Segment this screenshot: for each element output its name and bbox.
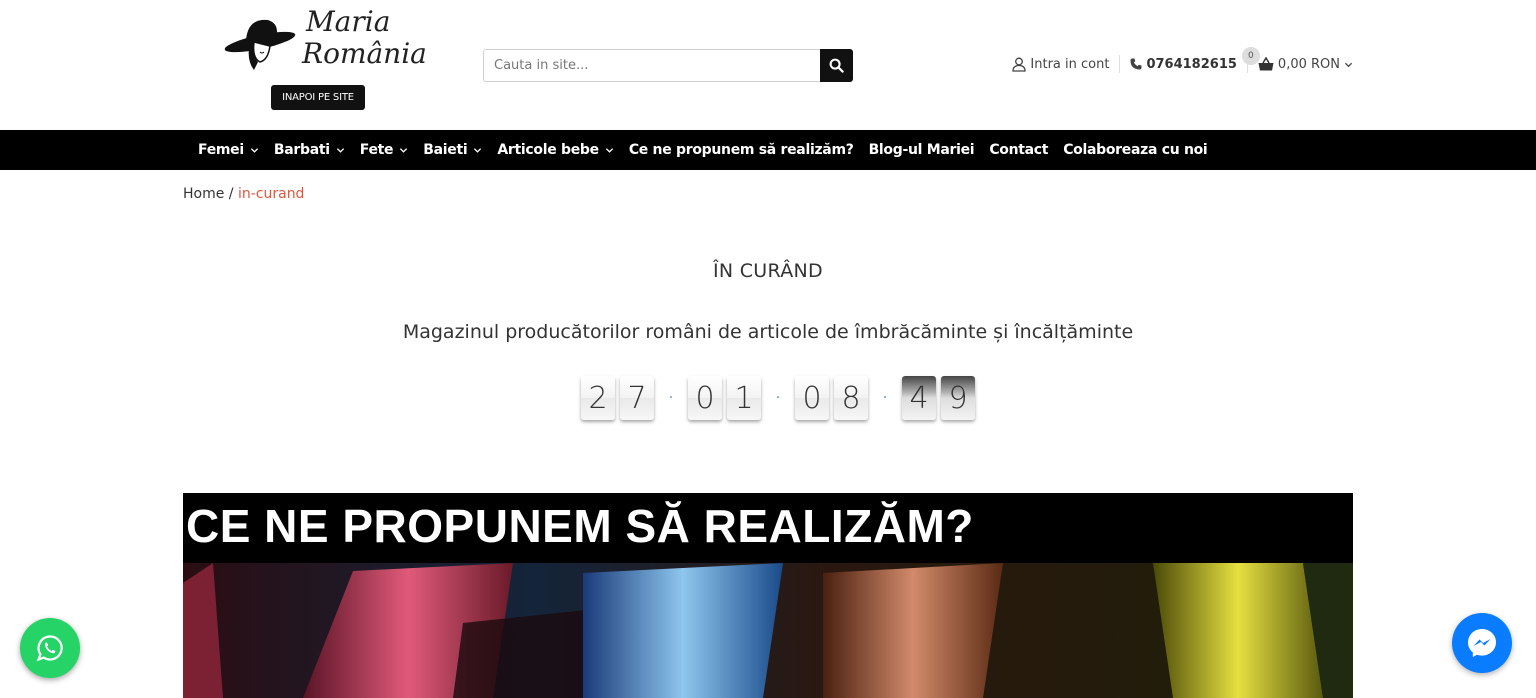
- banner-heading: CE NE PROPUNEM SĂ REALIZĂM?: [183, 493, 1353, 563]
- logo-line-2: România: [302, 37, 427, 70]
- thread-spools-image: [183, 563, 1353, 698]
- nav-item-label: Femei: [198, 142, 244, 158]
- nav-item-blog[interactable]: Blog-ul Mariei: [869, 142, 975, 158]
- logo-line-1: Maria: [306, 5, 391, 38]
- mission-banner[interactable]: CE NE PROPUNEM SĂ REALIZĂM?: [183, 493, 1353, 698]
- nav-item-colaboreaza[interactable]: Colaboreaza cu noi: [1063, 142, 1208, 158]
- whatsapp-chat-button[interactable]: [20, 618, 80, 678]
- back-to-site-button[interactable]: INAPOI PE SITE: [271, 85, 365, 110]
- shopping-basket-icon: [1258, 57, 1274, 71]
- countdown-digit: 9: [941, 376, 975, 420]
- nav-list: Femei Barbati Fete Baieti Articole bebe …: [198, 130, 1222, 170]
- countdown-digit: 0: [688, 376, 722, 420]
- cart-button[interactable]: 0 0,00 RON: [1241, 46, 1353, 72]
- site-header: Maria România INAPOI PE SITE Intra in co…: [0, 0, 1536, 130]
- countdown-separator: ·: [775, 390, 781, 406]
- countdown-digit: 4: [902, 376, 936, 420]
- nav-item-ce-ne-propunem[interactable]: Ce ne propunem să realizăm?: [629, 142, 854, 158]
- countdown-separator: ·: [668, 390, 674, 406]
- user-icon: [1012, 57, 1027, 72]
- logo-wordmark: Maria România: [302, 6, 427, 70]
- nav-item-label: Fete: [359, 142, 394, 158]
- nav-item-label: Barbati: [273, 142, 330, 158]
- messenger-chat-button[interactable]: [1452, 613, 1512, 673]
- countdown-digit: 8: [834, 376, 868, 420]
- chevron-down-icon: [474, 147, 482, 153]
- nav-item-label: Contact: [989, 142, 1049, 158]
- nav-item-barbati[interactable]: Barbati: [274, 142, 345, 158]
- search-icon: [829, 58, 844, 73]
- chevron-down-icon: [336, 147, 344, 153]
- countdown-separator: ·: [882, 390, 888, 406]
- countdown-timer: 2 7 · 0 1 · 0 8 · 4 9: [581, 376, 980, 420]
- nav-item-articole-bebe[interactable]: Articole bebe: [497, 142, 613, 158]
- nav-item-baieti[interactable]: Baieti: [423, 142, 482, 158]
- nav-item-label: Blog-ul Mariei: [868, 142, 975, 158]
- account-link[interactable]: Intra in cont: [1012, 57, 1109, 72]
- site-logo[interactable]: Maria România: [224, 6, 427, 80]
- chevron-down-icon: [250, 147, 259, 153]
- phone-number: 0764182615: [1146, 56, 1237, 72]
- divider: [1119, 55, 1121, 73]
- account-label: Intra in cont: [1030, 56, 1110, 72]
- nav-item-label: Colaboreaza cu noi: [1063, 142, 1208, 158]
- cart-count-badge: 0: [1241, 46, 1260, 65]
- main-navigation: Femei Barbati Fete Baieti Articole bebe …: [0, 130, 1536, 170]
- phone-icon: [1130, 58, 1142, 70]
- search-button[interactable]: [820, 49, 853, 82]
- nav-item-contact[interactable]: Contact: [989, 142, 1048, 158]
- nav-item-label: Ce ne propunem să realizăm?: [628, 142, 854, 158]
- whatsapp-icon: [36, 635, 63, 662]
- search-form: [483, 49, 853, 82]
- chevron-down-icon: [400, 147, 408, 153]
- search-input[interactable]: [483, 49, 821, 82]
- phone-link[interactable]: 0764182615: [1130, 56, 1237, 72]
- countdown-digit: 2: [581, 376, 615, 420]
- nav-item-fete[interactable]: Fete: [360, 142, 408, 158]
- breadcrumb: Home / in-curand: [183, 186, 304, 202]
- page-title: ÎN CURÂND: [712, 260, 823, 282]
- page-subtitle: Magazinul producătorilor români de artic…: [402, 321, 1134, 343]
- messenger-icon: [1468, 629, 1496, 657]
- chevron-down-icon: [605, 147, 613, 153]
- hat-woman-icon: [224, 19, 296, 70]
- chevron-down-icon: [1344, 62, 1353, 67]
- cart-total: 0,00 RON: [1277, 56, 1340, 72]
- countdown-digit: 7: [620, 376, 654, 420]
- nav-item-label: Baieti: [423, 142, 468, 158]
- breadcrumb-separator: /: [224, 186, 238, 202]
- nav-item-label: Articole bebe: [497, 142, 599, 158]
- breadcrumb-home-link[interactable]: Home: [183, 186, 224, 202]
- header-actions: Intra in cont 0764182615 0 0,00 RON: [1012, 46, 1353, 76]
- nav-item-femei[interactable]: Femei: [198, 142, 259, 158]
- countdown-digit: 1: [727, 376, 761, 420]
- breadcrumb-current: in-curand: [237, 186, 305, 202]
- countdown-digit: 0: [795, 376, 829, 420]
